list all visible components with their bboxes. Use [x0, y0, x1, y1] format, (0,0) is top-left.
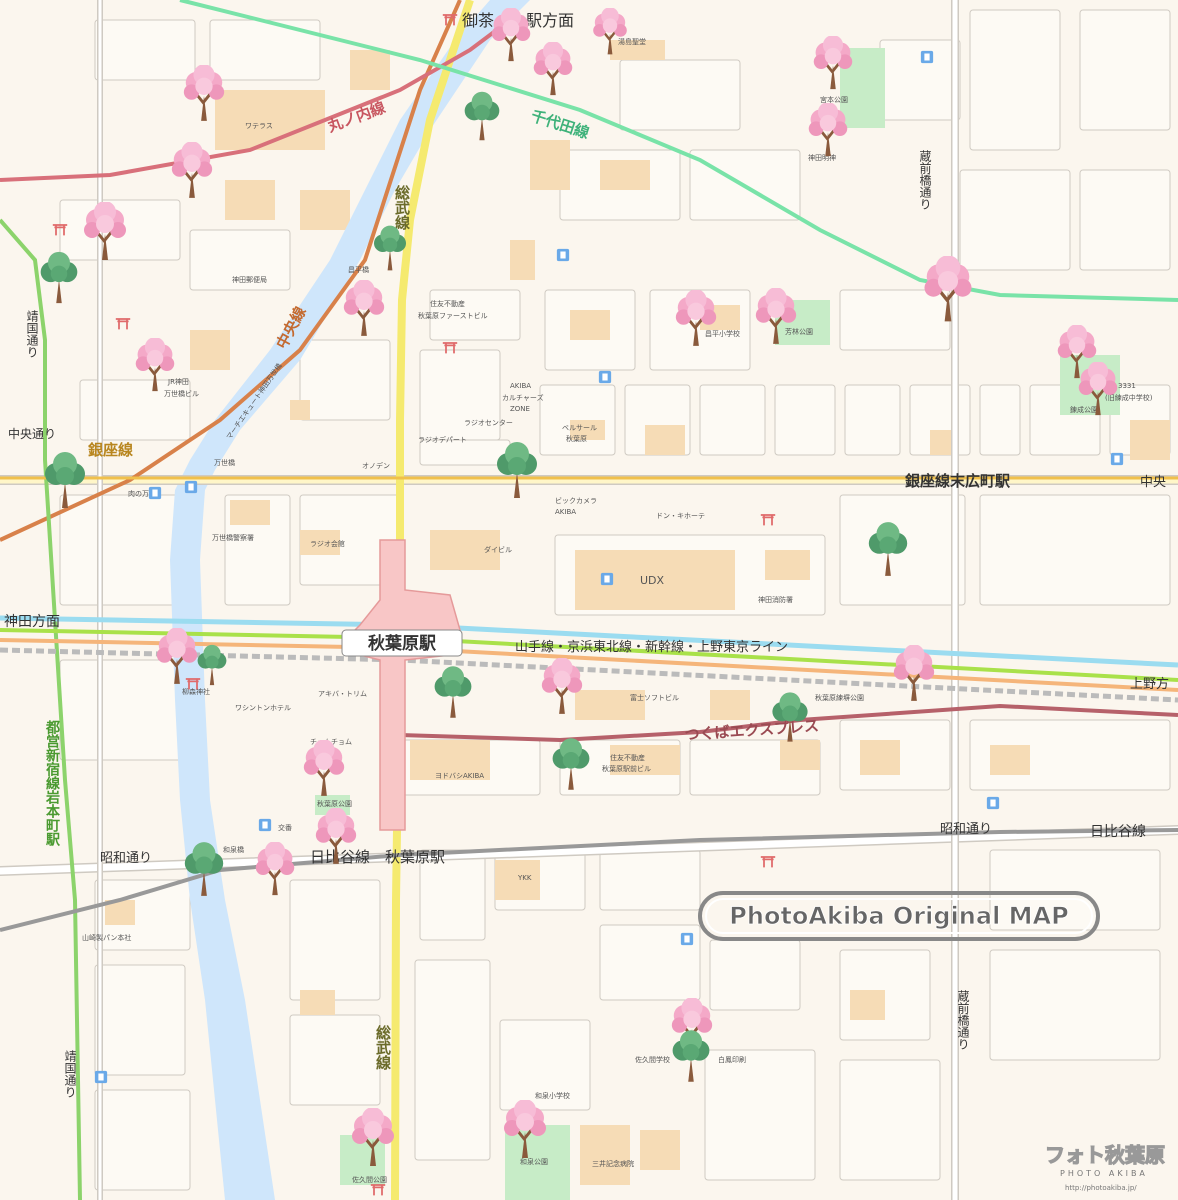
facility-icon: [920, 50, 934, 64]
place-label: 交番: [278, 823, 292, 832]
map-canvas[interactable]: 秋葉原駅 御茶ノ水駅方面 丸ノ内線 千代田線 総武線 中央線 中央通り 銀座線 …: [0, 0, 1178, 1200]
place-label: 佐久間学校: [635, 1055, 670, 1064]
place-label: AKIBA: [510, 382, 531, 390]
place-label: 万世橋ビル: [164, 389, 199, 398]
place-label: オノデン: [362, 461, 390, 470]
place-label: ベルサール: [562, 424, 597, 432]
place-label: 秋葉原ファーストビル: [418, 311, 488, 320]
place-label: 山崎製パン本社: [82, 933, 131, 942]
facility-icon: [258, 818, 272, 832]
place-label: ワシントンホテル: [235, 704, 291, 712]
sobu-top-label: 総武線: [393, 184, 411, 231]
place-label: アキバ・トリム: [318, 690, 367, 698]
shinjuku-line-label: 都営新宿線岩本町駅: [44, 720, 61, 847]
place-label: 昌平橋: [348, 265, 369, 274]
place-label: 白鳳印刷: [718, 1055, 746, 1064]
yasukuni-bottom-label: 靖国通り: [63, 1050, 77, 1098]
facility-icon: [184, 480, 198, 494]
facility-icon: [556, 248, 570, 262]
place-label: 富士ソフトビル: [630, 693, 679, 702]
showa-right-label: 昭和通り: [940, 822, 992, 837]
place-label: ダイビル: [484, 545, 512, 554]
sobu-bottom-label: 総武線: [374, 1024, 392, 1071]
yasukuni-top-label: 靖国通り: [25, 310, 39, 358]
place-label: 秋葉原駅前ビル: [602, 764, 651, 773]
place-label: ラジオセンター: [464, 418, 513, 427]
facility-icon: [1110, 452, 1124, 466]
place-label: 万世橋警察署: [212, 533, 254, 542]
place-label: 昌平小学校: [705, 329, 740, 338]
place-label: 宮本公園: [820, 95, 848, 104]
place-label: UDX: [640, 574, 665, 587]
facility-icon: [600, 572, 614, 586]
place-label: 秋葉原: [566, 434, 587, 443]
place-label: AKIBA: [555, 508, 576, 516]
place-label: JR神田: [167, 377, 189, 386]
facility-icon: [986, 796, 1000, 810]
watermark-text: PhotoAkiba Original MAP: [729, 902, 1068, 930]
place-label: 神田郵便局: [232, 275, 267, 284]
place-label: 湯島聖堂: [618, 37, 646, 46]
place-label: YKK: [517, 874, 532, 882]
hibiya-right-label: 日比谷線: [1090, 824, 1146, 840]
place-label: 神田明神: [808, 153, 836, 162]
chuo-right-label: 中央: [1140, 475, 1166, 490]
yamanote-label: 山手線・京浜東北線・新幹線・上野東京ライン: [515, 639, 788, 655]
place-label: 秋葉原公園: [317, 799, 352, 808]
place-label: 住友不動産: [610, 753, 645, 762]
place-label: 芳林公園: [785, 327, 813, 336]
logo-subtitle: PHOTO AKIBA: [1060, 1169, 1148, 1178]
place-label: 柳森神社: [182, 687, 210, 696]
place-label: ラジオデパート: [418, 435, 467, 444]
place-label: ドン・キホーテ: [656, 512, 705, 520]
hibiya-akihabara-label: 日比谷線 秋葉原駅: [310, 848, 445, 866]
place-label: 住友不動産: [430, 299, 465, 308]
facility-icon: [598, 370, 612, 384]
place-label: ZONE: [510, 405, 530, 413]
ginza-line-label: 銀座線: [88, 441, 133, 459]
place-label: ヨドバシAKIBA: [435, 772, 484, 780]
akihabara-station-label: 秋葉原駅: [368, 633, 437, 654]
logo-text: フォト秋葉原: [1045, 1143, 1165, 1167]
place-label: カルチャーズ: [502, 393, 544, 402]
place-label: 神田消防署: [758, 595, 793, 604]
suehirocho-label: 銀座線末広町駅: [905, 472, 1011, 490]
place-label: ビックカメラ: [555, 496, 597, 505]
place-label: ワテラス: [245, 122, 273, 130]
place-label: 和泉橋: [223, 845, 244, 854]
place-label: 佐久間公園: [352, 1175, 387, 1184]
ueno-direction-label: 上野方: [1130, 676, 1169, 692]
facility-icon: [94, 1070, 108, 1084]
logo-url: http://photoakiba.jp/: [1065, 1184, 1137, 1192]
place-label: 三井記念病院: [592, 1159, 634, 1168]
kanda-direction-label: 神田方面: [4, 614, 60, 630]
facility-icon: [148, 486, 162, 500]
kuramae-bottom-label: 蔵前橋通り: [956, 990, 970, 1050]
place-label: 3331: [1118, 382, 1136, 390]
showa-left-label: 昭和通り: [100, 851, 152, 866]
place-label: 秋葉原練塀公園: [815, 693, 864, 702]
kuramae-top-label: 蔵前橋通り: [918, 150, 932, 210]
facility-icon: [680, 932, 694, 946]
place-label: 錬成公園: [1070, 405, 1098, 414]
place-label: 和泉小学校: [535, 1091, 570, 1100]
place-label: 和泉公園: [520, 1157, 548, 1166]
place-label: ラジオ会館: [310, 539, 345, 548]
chuo-dori-left-label: 中央通り: [8, 426, 56, 441]
place-label: 万世橋: [214, 458, 235, 467]
